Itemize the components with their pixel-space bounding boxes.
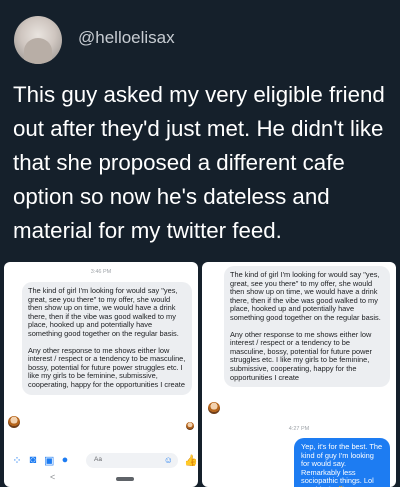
sender-avatar xyxy=(208,402,220,414)
incoming-message-bubble: The kind of girl I'm looking for would s… xyxy=(224,266,390,388)
message-paragraph: Any other response to me shows either lo… xyxy=(230,329,372,382)
message-timestamp: 4:27 PM xyxy=(288,426,310,432)
android-nav-bar: < xyxy=(4,472,198,487)
message-input[interactable]: Aa ☺ xyxy=(86,453,178,468)
sender-avatar xyxy=(8,416,20,428)
home-indicator[interactable] xyxy=(116,477,134,481)
chat-screenshot-right: The kind of girl I'm looking for would s… xyxy=(202,262,396,487)
message-paragraph: Any other response to me shows either lo… xyxy=(28,345,186,389)
camera-icon[interactable]: ◙ xyxy=(28,454,38,466)
smile-icon[interactable]: ☺ xyxy=(164,455,173,465)
message-timestamp: 3:46 PM xyxy=(90,269,112,275)
message-input-placeholder: Aa xyxy=(94,456,102,463)
tweet-text: This guy asked my very eligible friend o… xyxy=(13,82,385,243)
incoming-message-bubble: The kind of girl I'm looking for would s… xyxy=(22,282,192,395)
apps-icon[interactable]: ⁘ xyxy=(12,454,22,467)
mic-icon[interactable]: ● xyxy=(60,454,70,466)
like-icon[interactable]: 👍 xyxy=(184,454,198,467)
message-composer: ⁘ ◙ ▣ ● Aa ☺ 👍 xyxy=(4,448,198,472)
seen-indicator-avatar xyxy=(186,422,194,430)
tweet-header: @helloelisax xyxy=(0,0,400,64)
image-icon[interactable]: ▣ xyxy=(44,454,54,467)
outgoing-message-bubble: Yep, it's for the best. The kind of guy … xyxy=(294,438,390,487)
back-icon[interactable]: < xyxy=(50,472,55,482)
avatar[interactable] xyxy=(14,16,62,64)
message-paragraph: The kind of girl I'm looking for would s… xyxy=(28,286,179,338)
message-paragraph: The kind of girl I'm looking for would s… xyxy=(230,270,381,322)
chat-screenshot-left: 3:46 PM The kind of girl I'm looking for… xyxy=(4,262,198,487)
user-handle[interactable]: @helloelisax xyxy=(78,28,175,48)
